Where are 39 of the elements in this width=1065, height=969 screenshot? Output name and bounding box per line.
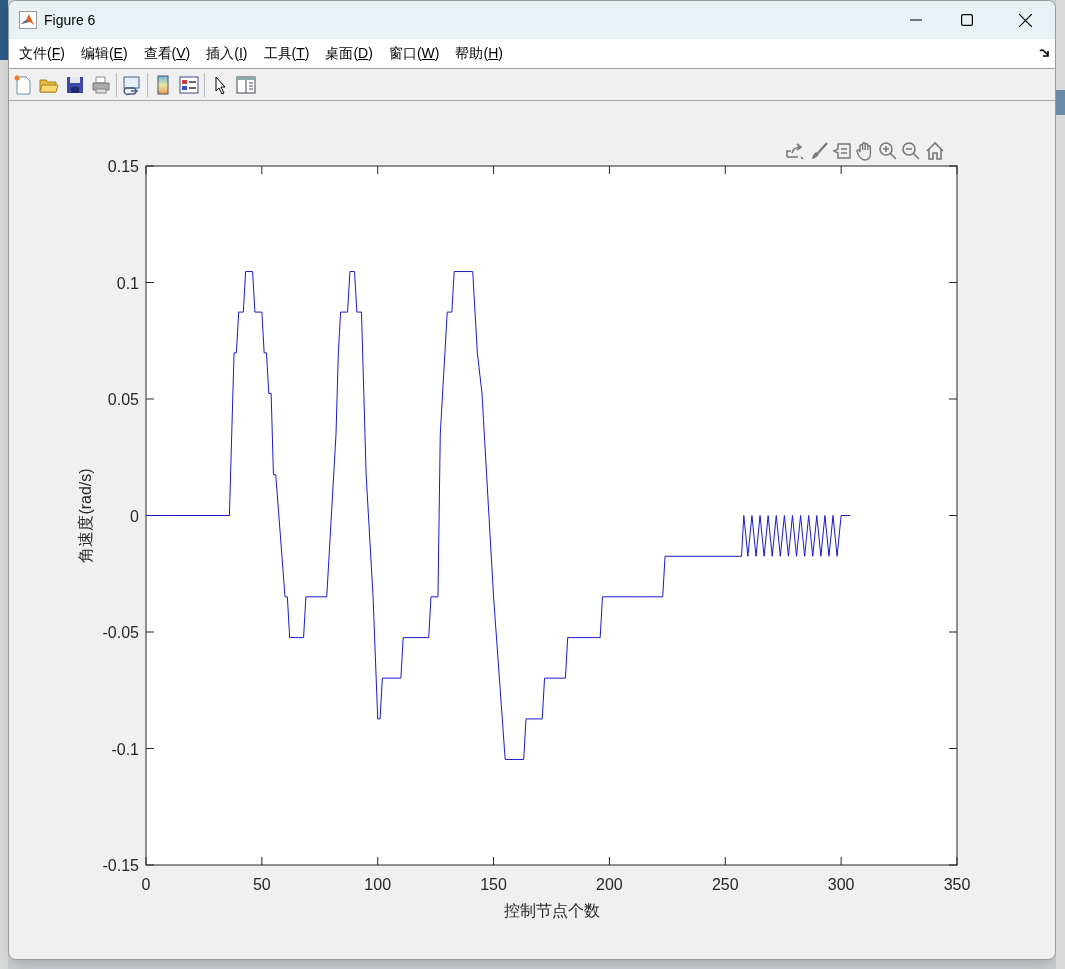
menu-item[interactable]: 桌面(D) — [317, 41, 381, 66]
tick-label: 350 — [943, 876, 971, 893]
tick-label: -0.1 — [111, 740, 139, 758]
zoom-in-icon[interactable] — [878, 141, 898, 161]
tick-label: 0 — [130, 507, 139, 525]
menu-item[interactable]: 查看(V) — [135, 41, 199, 66]
axis-label: 角速度(rad/s) — [77, 468, 94, 563]
data-tip-icon[interactable] — [832, 141, 852, 161]
tick-label: 0.1 — [116, 274, 139, 292]
menu-item[interactable]: 插入(I) — [198, 41, 256, 66]
home-icon[interactable] — [924, 141, 946, 161]
maximize-icon — [961, 14, 973, 26]
brush-icon[interactable] — [809, 141, 829, 161]
tick-label: 200 — [596, 876, 623, 893]
tick-label: 0.15 — [107, 158, 139, 175]
tick-label: -0.15 — [102, 857, 139, 874]
tick-label: 100 — [364, 876, 392, 893]
legend-icon[interactable] — [178, 73, 200, 96]
tick-label: 250 — [711, 876, 739, 893]
app-icon — [19, 11, 37, 29]
new-file-icon[interactable] — [12, 73, 34, 96]
tick-label: 50 — [252, 876, 271, 893]
dock-arrow-icon[interactable] — [1039, 48, 1051, 59]
export-icon[interactable] — [784, 141, 806, 161]
menu-item[interactable]: 编辑(E) — [72, 41, 136, 66]
close-icon — [1018, 13, 1032, 27]
tick-label: 0 — [141, 876, 151, 893]
menu-item[interactable]: 帮助(H) — [447, 41, 511, 66]
menu-item[interactable]: 工具(T) — [255, 41, 318, 66]
zoom-out-icon[interactable] — [901, 141, 921, 161]
menu-item[interactable]: 文件(F) — [11, 41, 73, 66]
link-plot-icon[interactable] — [121, 73, 143, 96]
window-title: Figure 6 — [44, 10, 96, 30]
tick-label: 150 — [480, 876, 507, 893]
menu-item[interactable]: 窗口(W) — [380, 41, 448, 66]
tick-label: 300 — [827, 876, 855, 893]
axis-label: 控制节点个数 — [503, 902, 600, 919]
tick-label: 0.05 — [107, 391, 139, 408]
tick-label: -0.05 — [102, 624, 139, 641]
